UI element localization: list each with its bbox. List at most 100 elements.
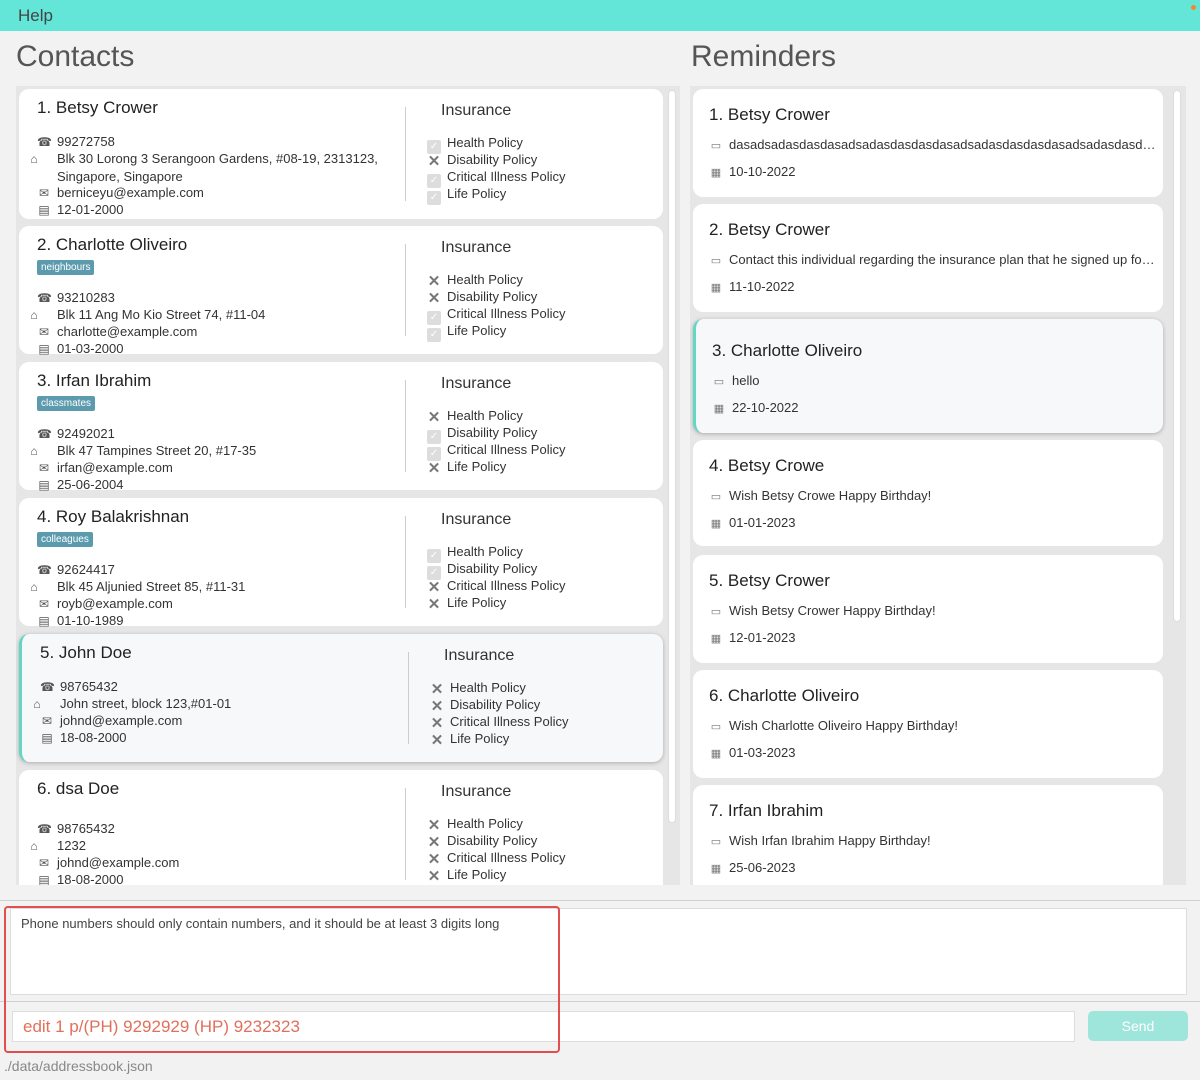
cross-icon: ✕ (427, 817, 441, 834)
contact-address: ⌂ Blk 11 Ang Mo Kio Street 74, #11-04 (30, 306, 397, 324)
contact-tag: neighbours (37, 260, 95, 275)
policy-label: Life Policy (447, 323, 507, 338)
reminder-card[interactable]: 2. Betsy Crower ▭ Contact this individual … (693, 204, 1163, 312)
policy-item: ✕ Critical Illness Policy (427, 850, 566, 867)
reminder-description: ▭ Wish Betsy Crowe Happy Birthday! (709, 488, 1157, 503)
contact-address-text: John street, block 123,#01-01 (60, 696, 232, 711)
cake-icon: ▤ (38, 614, 50, 628)
contact-phone: ☎ 98765432 (37, 820, 397, 838)
insurance-divider (405, 380, 406, 472)
reminder-description-text: Wish Charlotte Oliveiro Happy Birthday! (729, 718, 959, 733)
reminder-date-text: 22-10-2022 (732, 400, 799, 415)
home-icon: ⌂ (30, 152, 38, 166)
cake-icon: ▤ (38, 873, 50, 885)
policy-label: Health Policy (447, 272, 523, 287)
reminder-name: 3. Charlotte Oliveiro (712, 341, 863, 360)
reminder-card[interactable]: 3. Charlotte Oliveiro ▭ hello ▦ 22-10-2022 (693, 319, 1163, 433)
contact-name: 5. John Doe (40, 643, 132, 662)
policy-item: ✕ Life Policy (430, 731, 510, 749)
insurance-divider (405, 244, 406, 336)
contact-address: ⌂ Blk 30 Lorong 3 Serangoon Gardens, #08-… (30, 150, 397, 185)
cross-icon: ✕ (427, 409, 441, 426)
contact-tag: classmates (37, 396, 96, 411)
cake-icon: ▤ (38, 478, 50, 492)
contact-phone-text: 99272758 (57, 134, 115, 149)
contact-address-text: Blk 11 Ang Mo Kio Street 74, #11-04 (57, 307, 266, 322)
calendar-icon: ▦ (710, 167, 722, 179)
menu-help[interactable]: Help (18, 6, 53, 26)
contact-address: ⌂ Blk 47 Tampines Street 20, #17-35 (30, 442, 397, 460)
reminder-card[interactable]: 6. Charlotte Oliveiro ▭ Wish Charlotte Oli… (693, 670, 1163, 778)
contact-card[interactable]: 5. John Doe ☎ 98765432 ⌂ John street, block … (19, 634, 663, 762)
contact-email: ✉ royb@example.com (37, 595, 397, 613)
contact-address: ⌂ Blk 45 Aljunied Street 85, #11-31 (30, 578, 397, 596)
email-icon: ✉ (38, 186, 50, 200)
reminder-description-text: dasadsadasdasdasadsadasdasdasdasadsadasd… (729, 137, 1157, 152)
cross-icon: ✕ (427, 460, 441, 477)
policy-label: Disability Policy (447, 152, 538, 167)
policy-label: Critical Illness Policy (447, 169, 566, 184)
reminder-date: ▦ 10-10-2022 (709, 164, 796, 179)
policy-label: Critical Illness Policy (447, 578, 566, 593)
reminder-description: ▭ Wish Betsy Crower Happy Birthday! (709, 603, 1157, 618)
reminder-card[interactable]: 5. Betsy Crower ▭ Wish Betsy Crower Happy … (693, 555, 1163, 663)
email-icon: ✉ (38, 325, 50, 339)
contact-birthday: ▤ 18-08-2000 (40, 729, 400, 747)
reminder-date-text: 25-06-2023 (729, 860, 796, 875)
home-icon: ⌂ (30, 308, 38, 322)
cross-icon: ✕ (430, 732, 444, 749)
insurance-divider (405, 516, 406, 608)
contact-birthday: ▤ 01-10-1989 (37, 612, 397, 630)
contact-email-text: irfan@example.com (57, 460, 173, 475)
contact-address-text: Blk 47 Tampines Street 20, #17-35 (57, 443, 257, 458)
contact-card[interactable]: 4. Roy Balakrishnan colleagues ☎ 92624417 ⌂ B… (19, 498, 663, 628)
reminder-description-text: Contact this individual regarding the in… (729, 252, 1157, 267)
phone-icon: ☎ (37, 135, 52, 149)
contact-email: ✉ berniceyu@example.com (37, 184, 397, 202)
policy-label: Life Policy (450, 731, 510, 746)
policy-item: ✕ Disability Policy (430, 697, 541, 714)
reminder-name: 4. Betsy Crowe (709, 456, 825, 475)
reminder-list-scrollbar[interactable] (1173, 90, 1181, 622)
contact-email-text: johnd@example.com (57, 855, 180, 870)
reminder-card[interactable]: 1. Betsy Crower ▭ dasadsadasdasdasadsadasd… (693, 89, 1163, 197)
home-icon: ⌂ (33, 697, 41, 711)
note-icon: ▭ (710, 140, 722, 152)
reminder-description-text: Wish Betsy Crower Happy Birthday! (729, 603, 936, 618)
contact-list-scrollbar[interactable] (668, 90, 676, 823)
calendar-icon: ▦ (710, 748, 722, 760)
policy-item: ✓ Life Policy (427, 186, 506, 205)
contact-card[interactable]: 6. dsa Doe ☎ 98765432 ⌂ 1232 ✉ johnd@example.c… (19, 770, 663, 885)
contact-card[interactable]: 2. Charlotte Oliveiro neighbours ☎ 93210283… (19, 226, 663, 356)
contact-birthday-text: 01-03-2000 (57, 341, 124, 356)
email-icon: ✉ (38, 597, 50, 611)
contact-address-text: Blk 30 Lorong 3 Serangoon Gardens, #08-1… (57, 151, 378, 184)
policy-label: Critical Illness Policy (447, 850, 566, 865)
reminder-list[interactable]: 1. Betsy Crower ▭ dasadsadasdasdasadsadasd… (690, 86, 1186, 885)
insurance-title: Insurance (441, 102, 512, 119)
insurance-divider (405, 788, 406, 880)
contact-birthday: ▤ 01-03-2000 (37, 340, 397, 358)
contact-email: ✉ johnd@example.com (40, 712, 400, 730)
contacts-title: Contacts (16, 40, 135, 73)
send-button[interactable]: Send (1088, 1011, 1188, 1041)
email-icon: ✉ (41, 714, 53, 728)
calendar-icon: ▦ (710, 863, 722, 875)
contact-phone-text: 98765432 (60, 679, 118, 694)
contact-birthday-text: 01-10-1989 (57, 613, 124, 628)
window-indicator-dot (1191, 5, 1196, 10)
contact-birthday: ▤ 18-08-2000 (37, 871, 397, 885)
contact-card[interactable]: 1. Betsy Crower ☎ 99272758 ⌂ Blk 30 Lorong 3… (19, 89, 663, 219)
reminder-date: ▦ 22-10-2022 (712, 400, 799, 415)
contact-card[interactable]: 3. Irfan Ibrahim classmates ☎ 92492021 ⌂ Blk … (19, 362, 663, 492)
checkbox-checked-icon: ✓ (427, 191, 441, 205)
policy-label: Health Policy (450, 680, 526, 695)
home-icon: ⌂ (30, 580, 38, 594)
contact-list[interactable]: 1. Betsy Crower ☎ 99272758 ⌂ Blk 30 Lorong 3… (16, 86, 680, 885)
reminder-card[interactable]: 7. Irfan Ibrahim ▭ Wish Irfan Ibrahim Happ… (693, 785, 1163, 885)
reminder-card[interactable]: 4. Betsy Crowe ▭ Wish Betsy Crowe Happy Bi… (693, 440, 1163, 546)
cross-icon: ✕ (427, 596, 441, 613)
contact-birthday-text: 25-06-2004 (57, 477, 124, 492)
contact-address-text: 1232 (57, 838, 86, 853)
contact-phone: ☎ 98765432 (40, 678, 400, 696)
